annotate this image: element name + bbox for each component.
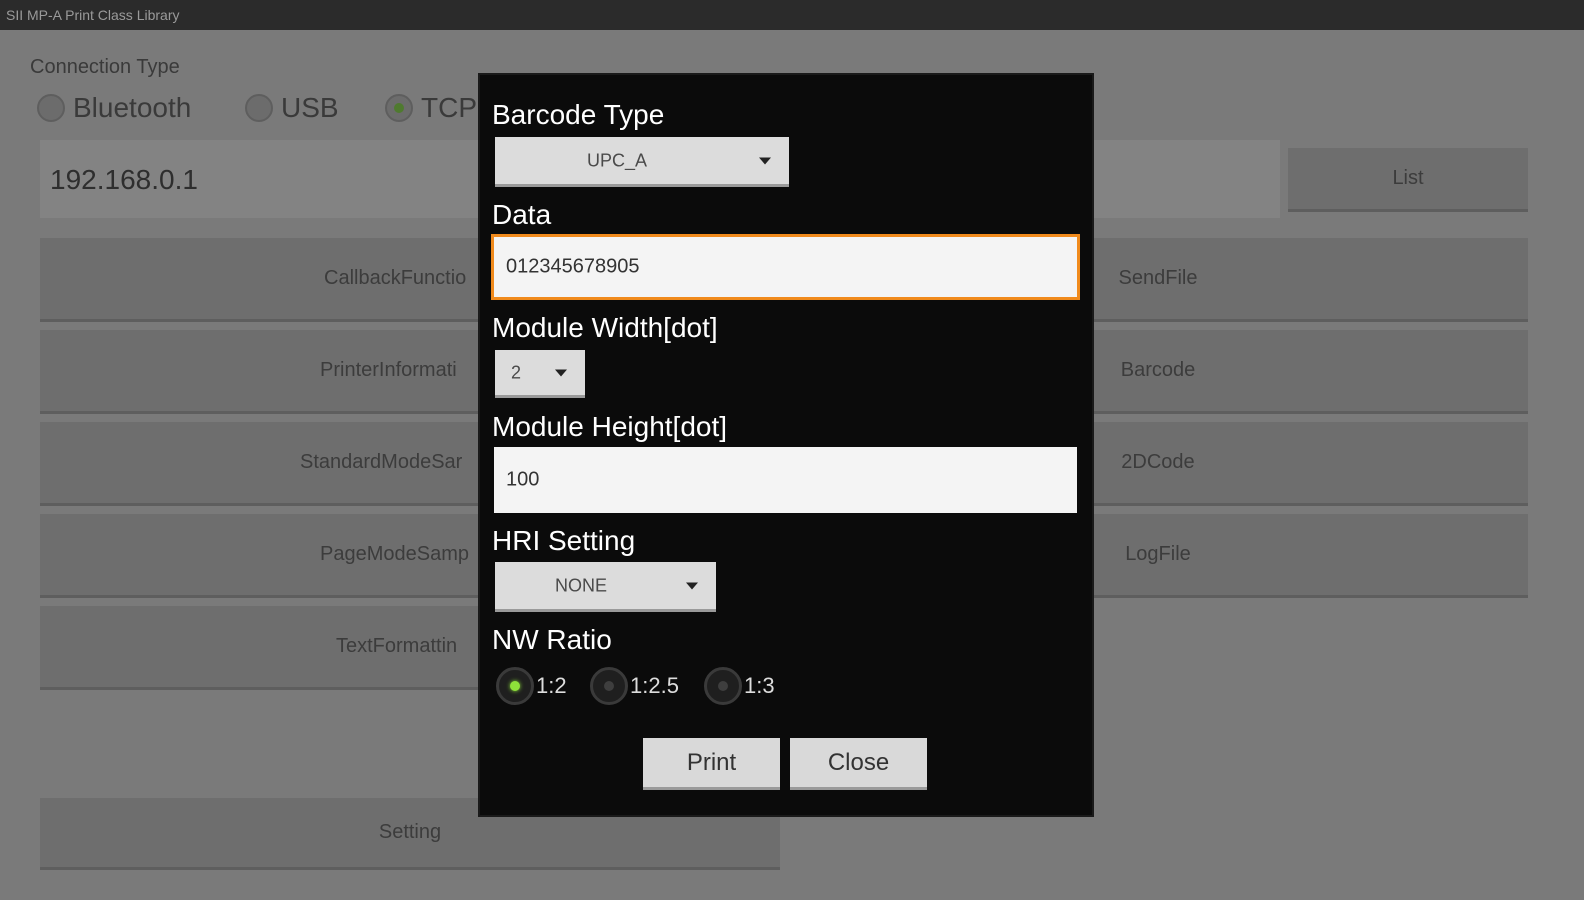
barcode-dialog: Barcode Type UPC_A Data 012345678905 Mod… (480, 75, 1092, 815)
data-input[interactable]: 012345678905 (491, 234, 1080, 300)
title-bar: SII MP-A Print Class Library (0, 0, 1584, 30)
radio-button-icon (245, 94, 273, 122)
module-width-value: 2 (511, 362, 522, 382)
radio-tcp[interactable]: TCP (385, 92, 477, 124)
hri-setting-label: HRI Setting (492, 525, 636, 556)
nw-ratio-1-3[interactable]: 1:3 (704, 667, 775, 705)
barcode-type-spinner[interactable]: UPC_A (495, 137, 789, 187)
radio-bluetooth-label: Bluetooth (73, 92, 192, 123)
nw-ratio-1-2-label: 1:2 (536, 673, 567, 698)
nw-ratio-1-2[interactable]: 1:2 (496, 667, 567, 705)
radio-bluetooth[interactable]: Bluetooth (37, 92, 191, 124)
print-button[interactable]: Print (643, 738, 780, 790)
nw-ratio-1-3-label: 1:3 (744, 673, 775, 698)
close-button[interactable]: Close (790, 738, 927, 790)
module-height-input[interactable]: 100 (494, 447, 1077, 513)
app-title: SII MP-A Print Class Library (6, 7, 180, 23)
connection-type-label: Connection Type (30, 56, 180, 78)
dropdown-arrow-icon (686, 582, 698, 589)
radio-usb[interactable]: USB (245, 92, 339, 124)
module-height-label: Module Height[dot] (492, 411, 728, 442)
module-width-label: Module Width[dot] (492, 312, 718, 343)
module-width-spinner[interactable]: 2 (495, 350, 585, 398)
dropdown-arrow-icon (759, 157, 771, 164)
nw-ratio-label: NW Ratio (492, 624, 612, 655)
nw-ratio-1-2-5-label: 1:2.5 (630, 673, 679, 698)
radio-tcp-label: TCP (421, 92, 477, 123)
radio-unselected-icon (590, 667, 628, 705)
hri-setting-value: NONE (555, 575, 608, 595)
list-button[interactable]: List (1288, 148, 1528, 212)
data-value: 012345678905 (506, 255, 640, 278)
radio-unselected-icon (704, 667, 742, 705)
module-height-value: 100 (506, 468, 540, 491)
radio-selected-icon (496, 667, 534, 705)
hri-setting-spinner[interactable]: NONE (495, 562, 716, 612)
barcode-type-label: Barcode Type (492, 99, 665, 130)
address-value: 192.168.0.1 (50, 164, 198, 195)
barcode-type-value: UPC_A (587, 150, 648, 170)
radio-button-selected-icon (385, 94, 413, 122)
nw-ratio-1-2-5[interactable]: 1:2.5 (590, 667, 679, 705)
radio-button-icon (37, 94, 65, 122)
dropdown-arrow-icon (555, 369, 567, 376)
data-label: Data (492, 199, 552, 230)
radio-usb-label: USB (281, 92, 339, 123)
